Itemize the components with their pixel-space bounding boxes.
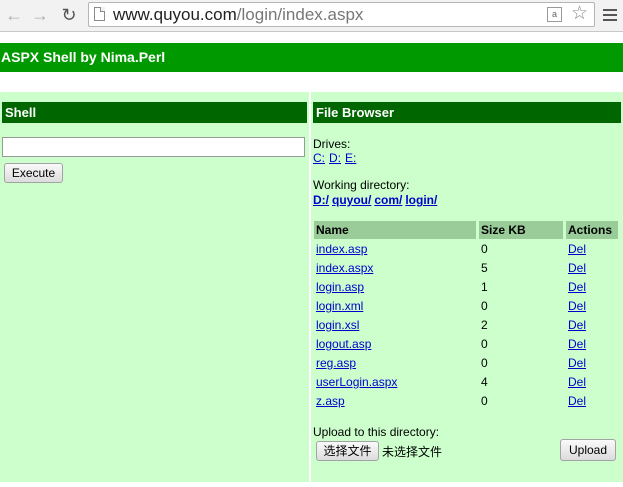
file-size: 0 — [481, 336, 488, 351]
file-size: 4 — [481, 374, 488, 389]
page-icon — [94, 7, 105, 21]
choose-file-button[interactable]: 选择文件 — [316, 441, 379, 461]
file-link[interactable]: login.xml — [316, 299, 363, 313]
file-table: Name Size KB Actions index.asp 0 Del ind… — [314, 221, 618, 410]
page-banner: ASPX Shell by Nima.Perl — [0, 43, 623, 72]
delete-link[interactable]: Del — [568, 299, 586, 313]
table-row: index.aspx 5 Del — [314, 258, 618, 277]
delete-link[interactable]: Del — [568, 356, 586, 370]
translate-icon[interactable]: a — [547, 7, 562, 22]
menu-icon[interactable] — [603, 9, 617, 21]
url-host: www.quyou.com — [113, 5, 237, 24]
file-link[interactable]: index.aspx — [316, 261, 373, 275]
delete-link[interactable]: Del — [568, 318, 586, 332]
file-link[interactable]: index.asp — [316, 242, 367, 256]
back-arrow-icon[interactable]: ← — [2, 3, 26, 27]
delete-link[interactable]: Del — [568, 242, 586, 256]
drive-links: C: D: E: — [313, 151, 360, 165]
shell-panel: Shell Execute — [0, 92, 309, 482]
drive-link-d[interactable]: D: — [329, 151, 341, 165]
reload-icon[interactable]: ↻ — [57, 3, 81, 27]
delete-link[interactable]: Del — [568, 375, 586, 389]
file-size: 0 — [481, 393, 488, 408]
delete-link[interactable]: Del — [568, 261, 586, 275]
file-link[interactable]: z.asp — [316, 394, 345, 408]
path-link-quyou[interactable]: quyou/ — [332, 193, 371, 207]
file-table-header: Name Size KB Actions — [314, 221, 618, 239]
delete-link[interactable]: Del — [568, 394, 586, 408]
upload-button[interactable]: Upload — [560, 439, 616, 461]
table-row: login.xml 0 Del — [314, 296, 618, 315]
command-input[interactable] — [2, 137, 305, 157]
file-browser-panel: File Browser Drives: C: D: E: Working dire… — [311, 92, 623, 482]
url-path: /login/index.aspx — [236, 5, 364, 24]
upload-label: Upload to this directory: — [313, 425, 440, 439]
url-text: www.quyou.com/login/index.aspx — [113, 5, 363, 25]
file-browser-title: File Browser — [313, 102, 621, 123]
forward-arrow-icon[interactable]: → — [28, 3, 52, 27]
file-size: 0 — [481, 298, 488, 313]
file-size: 0 — [481, 241, 488, 256]
column-name: Name — [314, 221, 476, 239]
execute-button[interactable]: Execute — [4, 163, 63, 183]
shell-panel-title: Shell — [2, 102, 307, 123]
table-row: login.asp 1 Del — [314, 277, 618, 296]
file-link[interactable]: logout.asp — [316, 337, 371, 351]
table-row: reg.asp 0 Del — [314, 353, 618, 372]
table-row: userLogin.aspx 4 Del — [314, 372, 618, 391]
file-size: 5 — [481, 260, 488, 275]
delete-link[interactable]: Del — [568, 280, 586, 294]
table-row: logout.asp 0 Del — [314, 334, 618, 353]
path-link-com[interactable]: com/ — [374, 193, 402, 207]
path-link-root[interactable]: D:/ — [313, 193, 329, 207]
file-link[interactable]: login.xsl — [316, 318, 359, 332]
drives-label: Drives: — [313, 137, 351, 151]
table-row: z.asp 0 Del — [314, 391, 618, 410]
file-link[interactable]: login.asp — [316, 280, 364, 294]
no-file-chosen-text: 未选择文件 — [382, 445, 443, 459]
path-link-login[interactable]: login/ — [405, 193, 437, 207]
drive-link-e[interactable]: E: — [345, 151, 356, 165]
file-size: 2 — [481, 317, 488, 332]
working-dir-label: Working directory: — [313, 178, 410, 192]
bookmark-star-icon[interactable]: ☆ — [571, 3, 588, 25]
table-row: login.xsl 2 Del — [314, 315, 618, 334]
working-dir-breadcrumb: D:/quyou/com/login/ — [313, 193, 440, 207]
drive-link-c[interactable]: C: — [313, 151, 325, 165]
file-size: 1 — [481, 279, 488, 294]
delete-link[interactable]: Del — [568, 337, 586, 351]
column-actions: Actions — [566, 221, 618, 239]
file-size: 0 — [481, 355, 488, 370]
file-link[interactable]: reg.asp — [316, 356, 356, 370]
table-row: index.asp 0 Del — [314, 239, 618, 258]
file-link[interactable]: userLogin.aspx — [316, 375, 397, 389]
address-bar[interactable]: www.quyou.com/login/index.aspx a ☆ — [88, 2, 595, 27]
browser-toolbar: ← → ↻ www.quyou.com/login/index.aspx a ☆ — [0, 0, 623, 32]
column-size: Size KB — [479, 221, 563, 239]
